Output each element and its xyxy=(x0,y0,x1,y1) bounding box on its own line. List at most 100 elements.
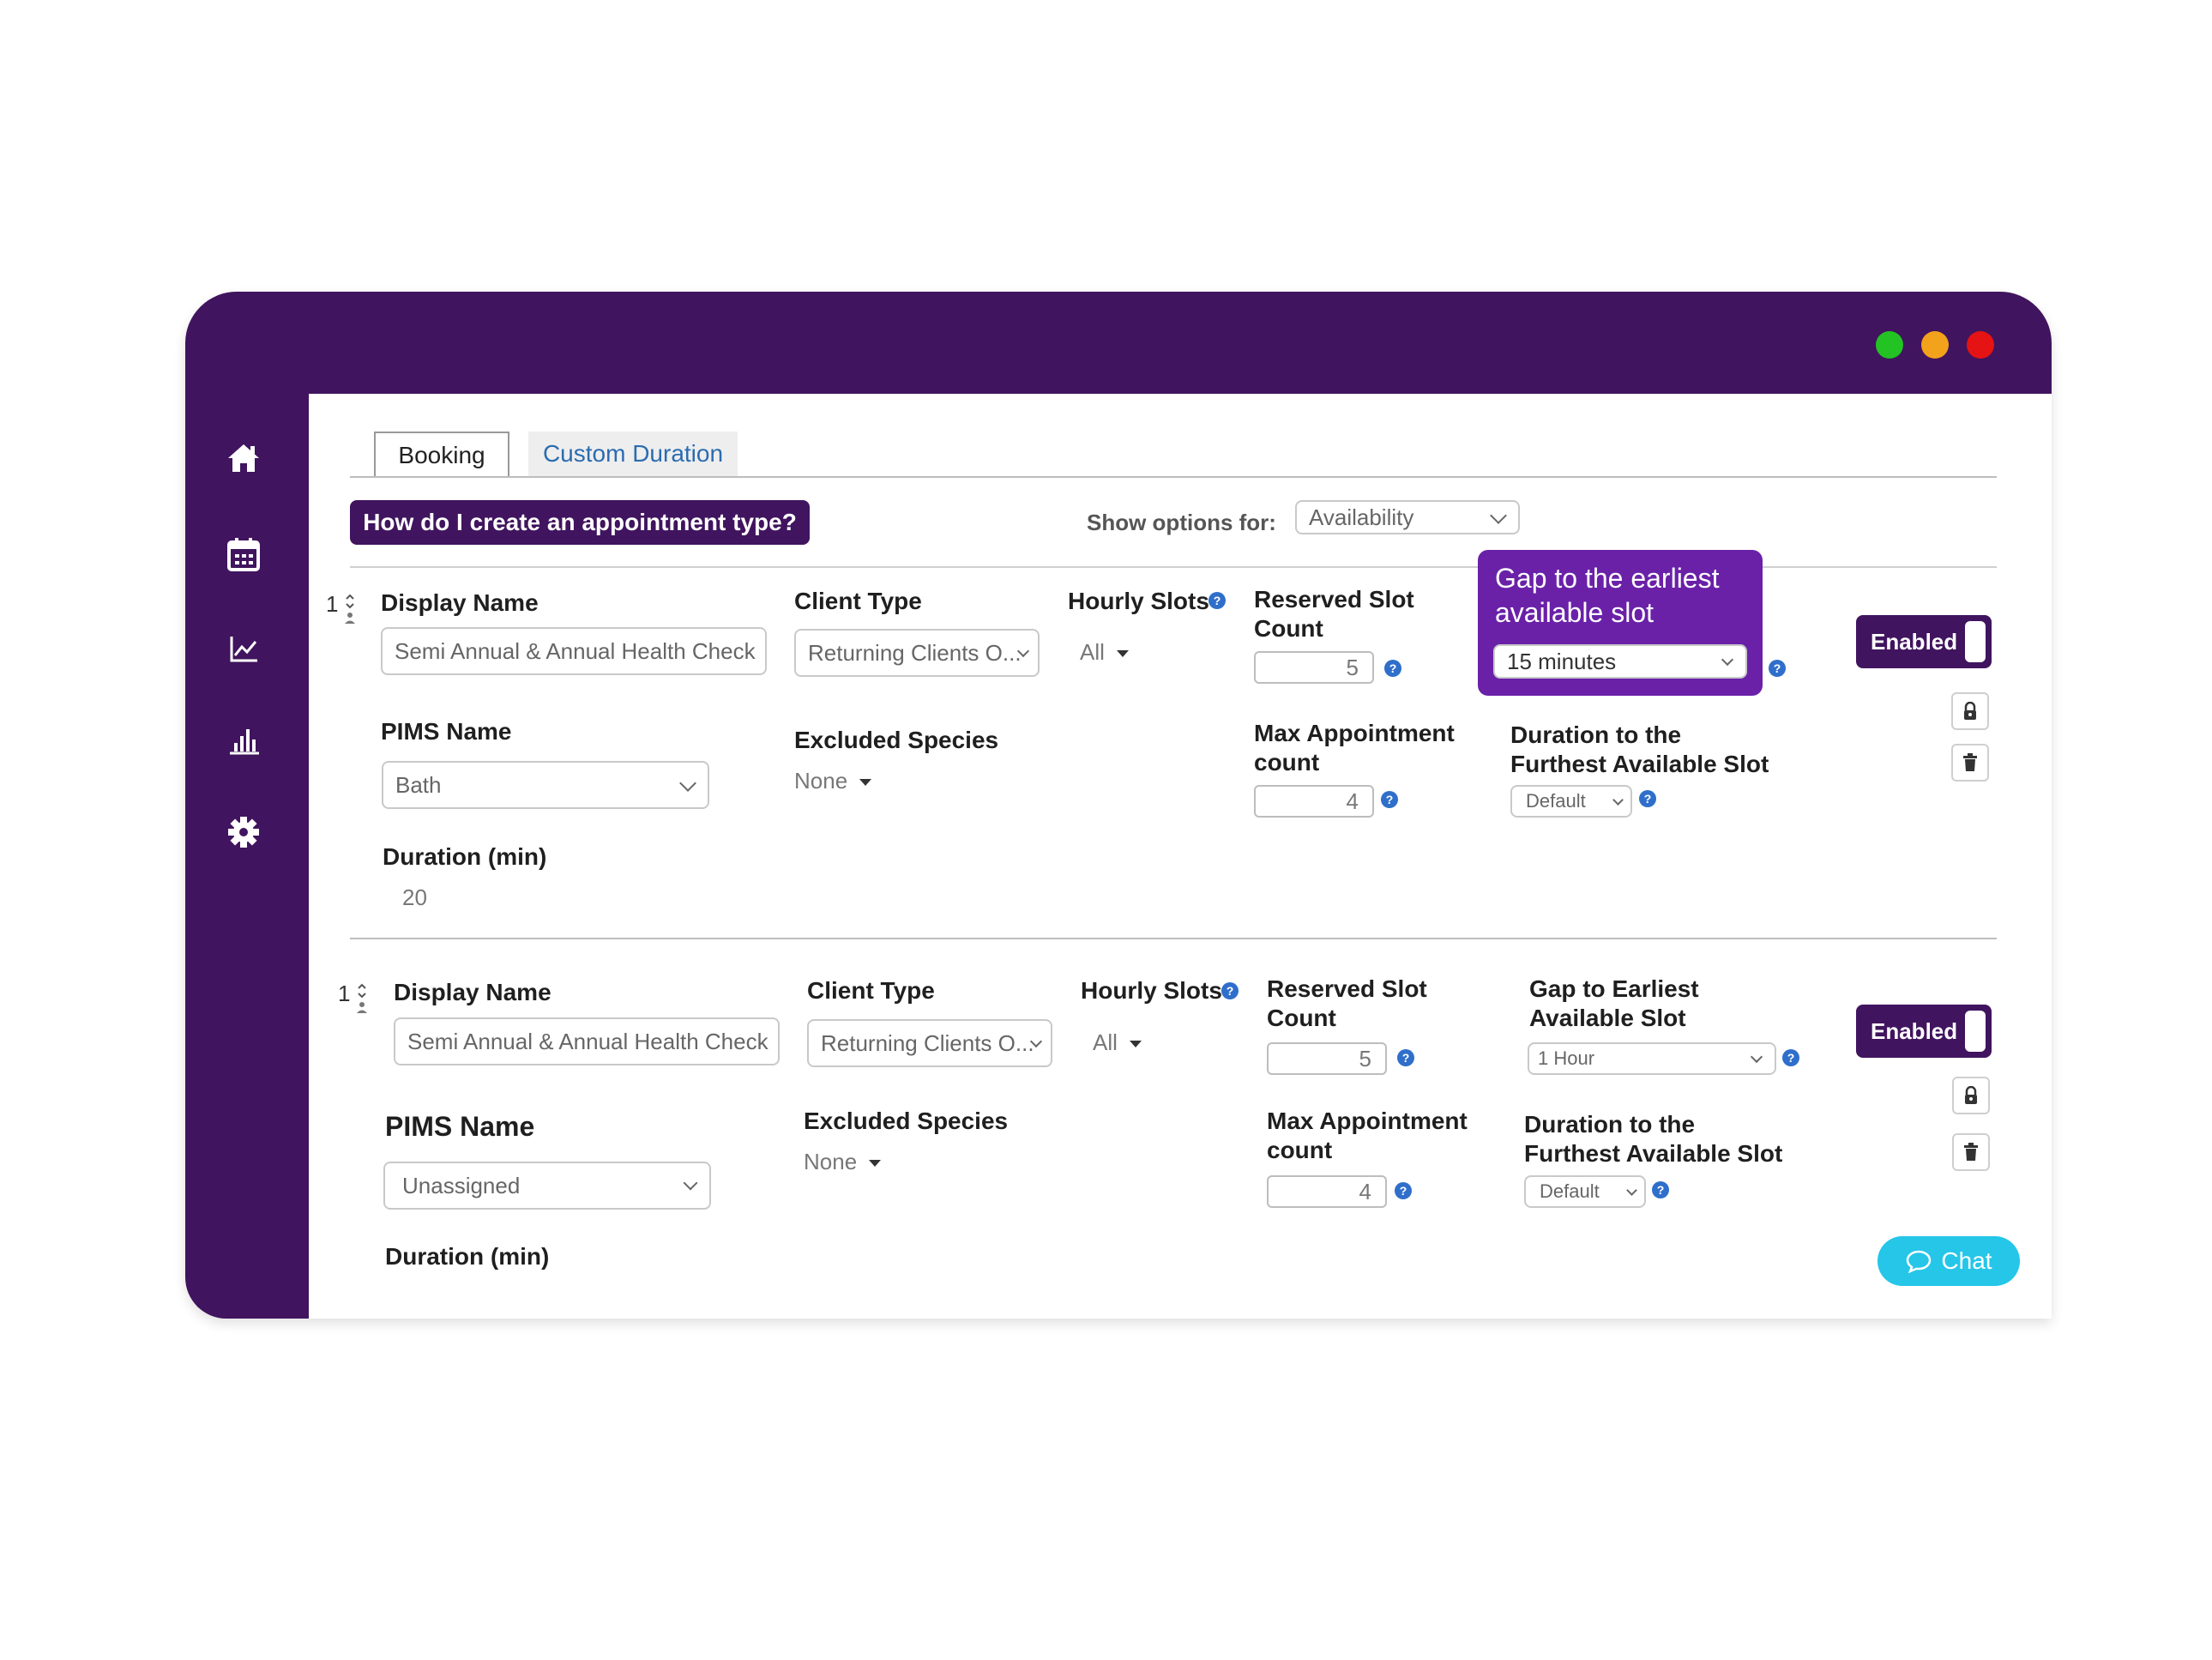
duration-label: Duration (min) xyxy=(385,1243,550,1270)
home-icon[interactable] xyxy=(223,438,264,479)
client-type-label: Client Type xyxy=(807,977,935,1004)
tab-custom-duration[interactable]: Custom Duration xyxy=(528,432,738,476)
max-appointment-label: Max Appointment xyxy=(1267,1108,1468,1134)
help-icon[interactable]: ? xyxy=(1384,660,1401,677)
display-name-label: Display Name xyxy=(381,589,539,616)
display-name-input[interactable]: Semi Annual & Annual Health Check xyxy=(394,1017,780,1065)
row-order-number: 1 xyxy=(338,981,351,1006)
show-options-label: Show options for: xyxy=(1087,510,1276,535)
reserved-slot-label: Reserved Slot xyxy=(1254,586,1414,613)
hourly-slots-label: Hourly Slots xyxy=(1081,977,1222,1004)
display-name-input[interactable]: Semi Annual & Annual Health Check xyxy=(381,627,767,675)
reserved-slot-count-input[interactable]: 5 xyxy=(1254,651,1374,684)
row-order-number: 1 xyxy=(326,591,339,617)
gap-earliest-label-line2: Available Slot xyxy=(1529,1005,1686,1031)
reserved-slot-label-line2: Count xyxy=(1267,1005,1336,1031)
app-window: Booking Custom Duration How do I create … xyxy=(185,292,2052,1319)
delete-button[interactable] xyxy=(1951,744,1989,782)
max-appointment-label-line2: count xyxy=(1254,749,1320,776)
excluded-species-label: Excluded Species xyxy=(794,727,999,753)
window-close-button[interactable] xyxy=(1967,331,1994,359)
bar-chart-icon[interactable] xyxy=(223,719,264,760)
tabs-divider xyxy=(350,476,1997,478)
gap-earliest-value: 1 Hour xyxy=(1538,1047,1595,1069)
help-icon[interactable]: ? xyxy=(1769,660,1786,677)
excluded-species-value: None xyxy=(804,1149,858,1174)
sort-handle-icon[interactable] xyxy=(343,593,357,627)
max-appointment-input[interactable]: 4 xyxy=(1267,1175,1387,1208)
calendar-icon[interactable] xyxy=(223,534,264,575)
help-button-label: How do I create an appointment type? xyxy=(363,509,797,535)
help-icon[interactable]: ? xyxy=(1208,592,1226,609)
help-icon[interactable]: ? xyxy=(1639,790,1656,807)
show-options-value: Availability xyxy=(1309,504,1414,530)
line-chart-icon[interactable] xyxy=(223,628,264,669)
gear-icon[interactable] xyxy=(223,812,264,853)
show-options-select[interactable]: Availability xyxy=(1295,500,1520,534)
max-appointment-input[interactable]: 4 xyxy=(1254,785,1374,818)
pims-name-select[interactable]: Bath xyxy=(382,761,709,809)
display-name-label: Display Name xyxy=(394,979,551,1005)
enabled-toggle[interactable]: Enabled xyxy=(1856,1005,1992,1058)
furthest-slot-label: Duration to the xyxy=(1510,721,1682,748)
max-appointment-label-line2: count xyxy=(1267,1137,1333,1163)
pims-name-select[interactable]: Unassigned xyxy=(383,1162,711,1210)
max-appointment-value: 4 xyxy=(1359,1178,1371,1204)
help-button[interactable]: How do I create an appointment type? xyxy=(350,500,810,545)
tab-booking[interactable]: Booking xyxy=(374,432,509,478)
excluded-species-select[interactable]: None xyxy=(804,1149,882,1175)
client-type-select[interactable]: Returning Clients O... xyxy=(807,1019,1052,1067)
delete-button[interactable] xyxy=(1952,1133,1990,1171)
client-type-select[interactable]: Returning Clients O... xyxy=(794,629,1040,677)
help-icon[interactable]: ? xyxy=(1221,982,1239,999)
lock-button[interactable] xyxy=(1952,1077,1990,1114)
furthest-slot-label-line2: Furthest Available Slot xyxy=(1524,1140,1783,1167)
duration-label: Duration (min) xyxy=(383,843,547,870)
row-divider xyxy=(350,938,1997,939)
window-maximize-button[interactable] xyxy=(1876,331,1903,359)
trash-icon xyxy=(1964,1143,1978,1161)
client-type-value: Returning Clients O... xyxy=(808,639,1022,666)
display-name-value: Semi Annual & Annual Health Check xyxy=(407,1028,768,1054)
furthest-slot-value: Default xyxy=(1526,790,1586,812)
client-type-value: Returning Clients O... xyxy=(821,1029,1034,1056)
pims-name-value: Unassigned xyxy=(402,1172,521,1198)
window-minimize-button[interactable] xyxy=(1921,331,1949,359)
lock-button[interactable] xyxy=(1951,692,1989,730)
lock-icon xyxy=(1964,702,1976,720)
enabled-toggle[interactable]: Enabled xyxy=(1856,615,1992,668)
furthest-slot-select[interactable]: Default xyxy=(1510,785,1632,818)
chat-button[interactable]: Chat xyxy=(1877,1236,2020,1286)
furthest-slot-label: Duration to the xyxy=(1524,1111,1696,1138)
pims-name-label: PIMS Name xyxy=(385,1111,535,1142)
help-icon[interactable]: ? xyxy=(1652,1181,1669,1198)
hourly-slots-select[interactable]: All xyxy=(1093,1029,1142,1056)
gap-earliest-select[interactable]: 15 minutes xyxy=(1493,644,1747,679)
furthest-slot-select[interactable]: Default xyxy=(1524,1175,1646,1208)
reserved-slot-count-input[interactable]: 5 xyxy=(1267,1042,1387,1075)
excluded-species-label: Excluded Species xyxy=(804,1108,1009,1134)
max-appointment-value: 4 xyxy=(1346,788,1359,814)
help-icon[interactable]: ? xyxy=(1397,1049,1414,1066)
main-content: Booking Custom Duration How do I create … xyxy=(309,394,2052,1319)
gap-earliest-select[interactable]: 1 Hour xyxy=(1528,1042,1776,1075)
reserved-slot-count-value: 5 xyxy=(1359,1045,1371,1071)
trash-icon xyxy=(1963,753,1977,771)
gap-earliest-label: Gap to Earliest xyxy=(1529,975,1699,1002)
furthest-slot-label-line2: Furthest Available Slot xyxy=(1510,751,1769,777)
reserved-slot-count-value: 5 xyxy=(1346,654,1359,680)
help-icon[interactable]: ? xyxy=(1395,1182,1412,1199)
gap-earliest-label: Gap to the earliest xyxy=(1495,563,1720,594)
excluded-species-select[interactable]: None xyxy=(794,768,872,794)
client-type-label: Client Type xyxy=(794,588,922,614)
tab-booking-label: Booking xyxy=(398,442,485,468)
chat-bubble-icon xyxy=(1907,1250,1932,1273)
help-icon[interactable]: ? xyxy=(1782,1049,1799,1066)
gap-earliest-label-line2: available slot xyxy=(1495,597,1654,628)
hourly-slots-select[interactable]: All xyxy=(1080,639,1129,666)
hourly-slots-label: Hourly Slots xyxy=(1068,588,1209,614)
sort-handle-icon[interactable] xyxy=(355,982,369,1017)
pims-name-value: Bath xyxy=(395,771,442,798)
furthest-slot-value: Default xyxy=(1540,1180,1600,1202)
help-icon[interactable]: ? xyxy=(1381,791,1398,808)
